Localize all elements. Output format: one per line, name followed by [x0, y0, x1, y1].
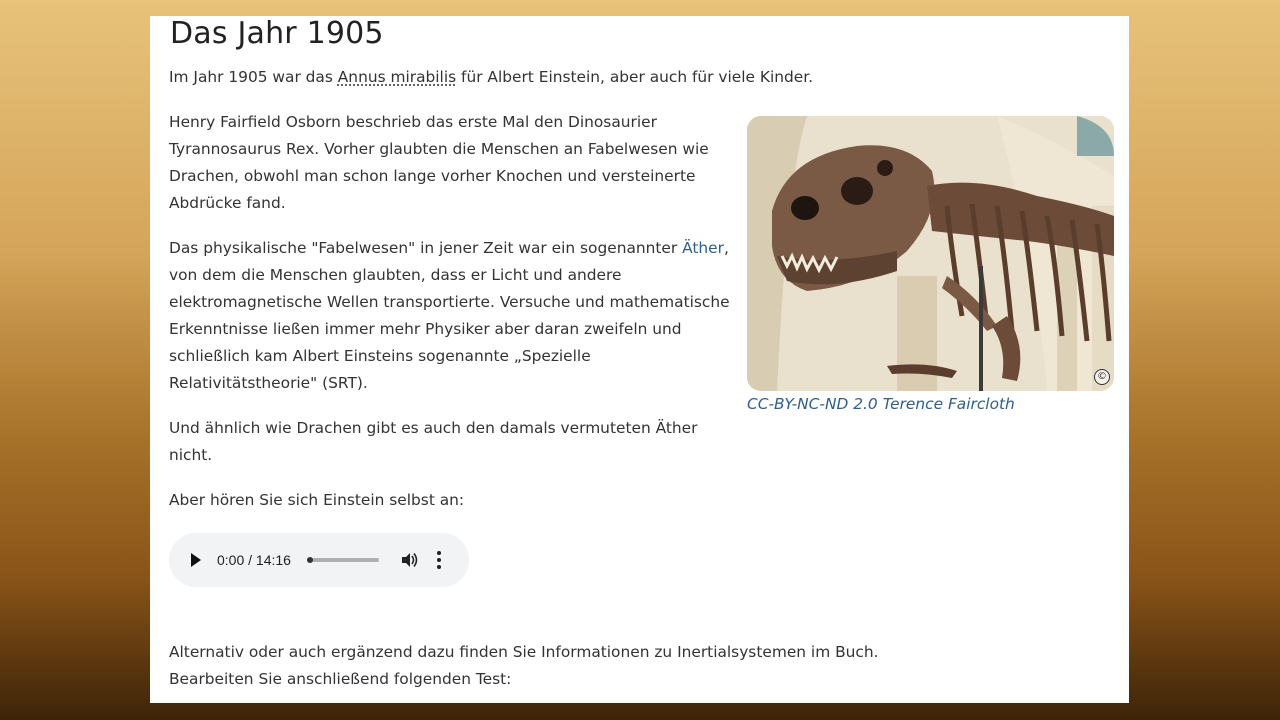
image-caption[interactable]: CC-BY-NC-ND 2.0 Terence Faircloth [747, 395, 1114, 413]
aether-link[interactable]: Äther [682, 239, 724, 257]
seek-thumb[interactable] [306, 557, 313, 563]
play-icon[interactable] [191, 553, 201, 567]
paragraph-listen: Aber hören Sie sich Einstein selbst an: [169, 491, 465, 509]
intro-text: Im Jahr 1905 war das [169, 68, 338, 86]
intro-paragraph: Im Jahr 1905 war das Annus mirabilis für… [169, 64, 1069, 91]
trex-skeleton-image: © [747, 116, 1114, 391]
paragraph-aether: Das physikalische "Fabelwesen" in jener … [169, 235, 741, 397]
audio-seek-bar[interactable] [306, 557, 379, 563]
audio-time: 0:00 / 14:16 [217, 552, 291, 568]
volume-icon[interactable] [401, 552, 419, 568]
paragraph-osborn: Henry Fairfield Osborn beschrieb das ers… [169, 113, 709, 212]
paragraph-dragons: Und ähnlich wie Drachen gibt es auch den… [169, 419, 698, 464]
annus-mirabilis-abbr[interactable]: Annus mirabilis [338, 68, 456, 86]
page-title: Das Jahr 1905 [170, 16, 384, 51]
paragraph-alternative: Alternativ oder auch ergänzend dazu find… [169, 643, 879, 661]
aether-text-end: , von dem die Menschen glaubten, dass er… [169, 239, 730, 392]
trex-skeleton-illustration [747, 116, 1114, 391]
content-page: Das Jahr 1905 Im Jahr 1905 war das Annus… [150, 16, 1129, 703]
paragraph-test: Bearbeiten Sie anschließend folgenden Te… [169, 670, 512, 688]
more-options-icon[interactable] [436, 551, 441, 569]
trex-figure: © CC-BY-NC-ND 2.0 Terence Faircloth [747, 116, 1114, 413]
intro-text-end: für Albert Einstein, aber auch für viele… [456, 68, 814, 86]
audio-player[interactable]: 0:00 / 14:16 [169, 533, 469, 587]
copyright-icon[interactable]: © [1094, 369, 1110, 385]
aether-text: Das physikalische "Fabelwesen" in jener … [169, 239, 683, 257]
